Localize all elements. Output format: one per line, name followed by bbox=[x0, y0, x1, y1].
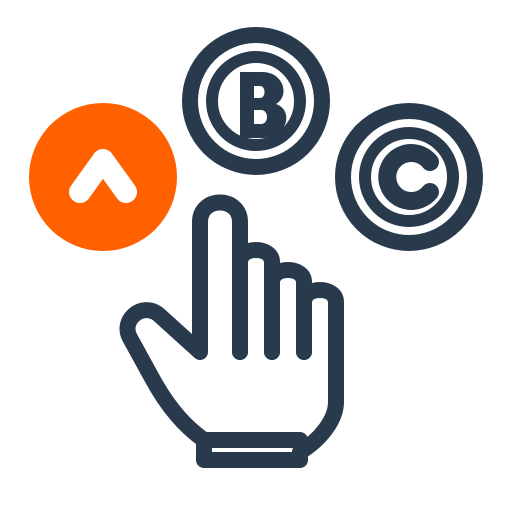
multiple-choice-illustration bbox=[0, 0, 512, 512]
option-c-badge[interactable] bbox=[335, 103, 483, 251]
option-b-badge[interactable] bbox=[182, 27, 330, 175]
option-c-glyph bbox=[378, 144, 439, 210]
option-b-glyph bbox=[240, 72, 287, 138]
option-a-badge[interactable] bbox=[29, 103, 177, 251]
pointing-hand-icon bbox=[119, 194, 344, 468]
choice-selection-icon bbox=[29, 27, 483, 468]
